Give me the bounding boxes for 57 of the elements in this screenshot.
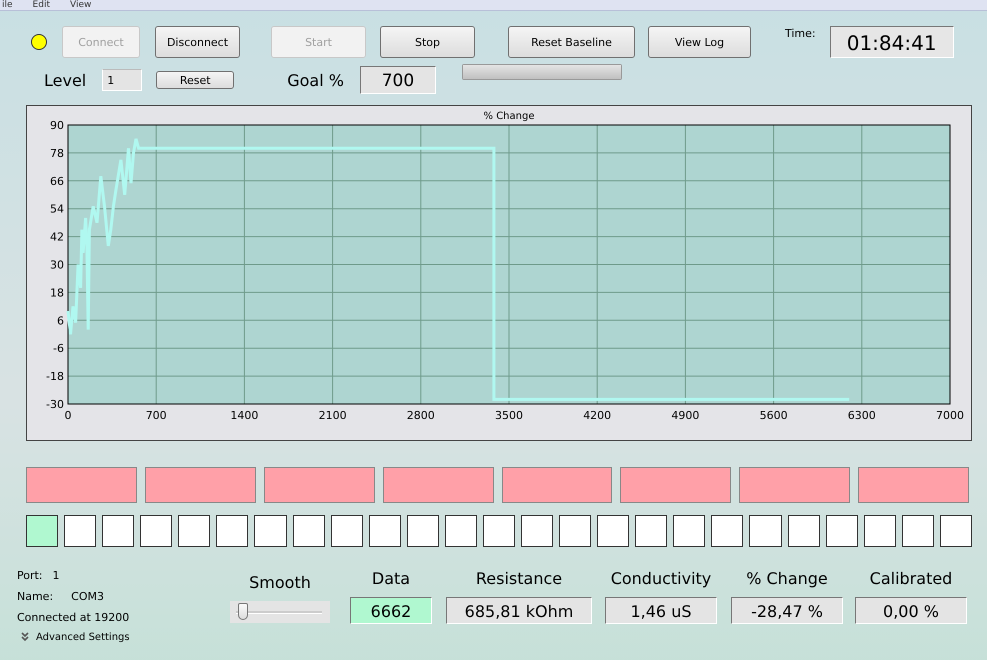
y-tick-label: 30 [50,258,64,272]
menu-item[interactable]: View [70,0,92,10]
x-tick-label: 700 [146,409,167,422]
readout-label: Data [372,568,410,590]
toolbar-button[interactable]: Disconnect [155,26,240,58]
reset-button[interactable]: Reset [156,71,234,89]
x-tick-label: 4900 [671,409,700,422]
y-tick-label: 66 [50,174,64,188]
y-tick-label: -18 [46,370,64,384]
time-display: 01:84:41 [830,26,954,58]
readout-field: 0,00 % [855,597,967,624]
name-value: COM3 [71,590,104,603]
readout-label: Conductivity [610,568,712,590]
smooth-label: Smooth [249,572,311,594]
x-tick-label: 3500 [495,409,523,422]
readout-label: % Change [746,568,828,590]
y-tick-label: 6 [57,314,64,328]
advanced-settings-toggle[interactable]: Advanced Settings [17,628,130,646]
slider-thumb[interactable] [238,603,248,620]
smooth-slider[interactable] [230,601,330,623]
connection-status: Connected at 19200 [17,611,130,624]
y-tick-label: 78 [50,146,64,160]
time-label: Time: [785,27,816,40]
level-label: Level [44,70,86,90]
goal-field[interactable]: 700 [360,66,436,94]
readout-field: 685,81 kOhm [446,597,592,624]
x-tick-label: 2800 [406,409,435,422]
menu-item[interactable]: Edit [32,0,50,10]
readout-field: 6662 [350,597,432,624]
x-tick-label: 6300 [848,409,876,422]
toolbar-button[interactable]: View Log [648,26,751,58]
level-field[interactable]: 1 [102,69,142,91]
readout-label: Calibrated [870,568,952,590]
chart-title: % Change [484,111,534,122]
readout-label: Resistance [476,568,562,590]
port-value: 1 [52,569,60,582]
y-tick-label: 90 [50,119,64,132]
y-tick-label: -6 [53,342,64,356]
x-tick-label: 0 [64,409,72,422]
y-tick-label: -30 [46,398,64,411]
menu-item[interactable]: ile [2,0,13,10]
readout-field: 1,46 uS [605,597,717,624]
toolbar-button[interactable]: Stop [380,26,475,58]
toolbar-button[interactable]: Reset Baseline [508,26,635,58]
name-label: Name: [17,590,54,603]
goal-label: Goal % [287,70,344,90]
y-tick-label: 18 [50,286,64,300]
readout-field: -28,47 % [731,597,843,624]
x-tick-label: 1400 [230,409,258,422]
y-tick-label: 42 [50,230,64,244]
x-tick-label: 5600 [760,409,788,422]
double-chevron-icon [21,632,29,642]
x-tick-label: 2100 [318,409,347,422]
port-label: Port: [17,569,43,582]
x-tick-label: 4200 [583,409,612,422]
y-tick-label: 54 [50,202,64,216]
x-tick-label: 7000 [936,409,964,422]
